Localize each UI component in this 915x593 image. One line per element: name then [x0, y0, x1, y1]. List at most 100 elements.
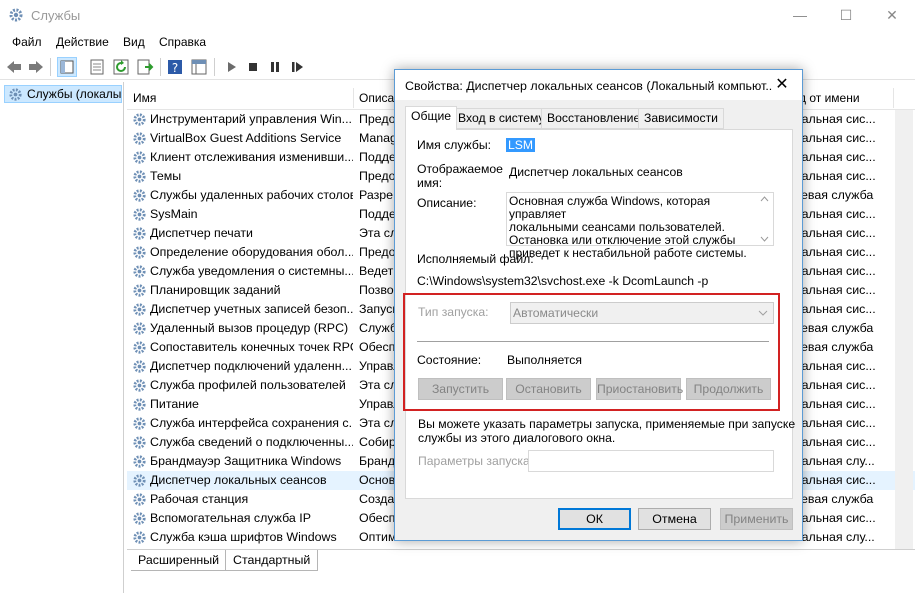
start-params-label: Параметры запуска:	[418, 454, 534, 468]
startup-type-select[interactable]: Автоматически	[510, 302, 774, 324]
start-service-icon[interactable]	[222, 58, 240, 76]
close-window-button[interactable]: ✕	[869, 0, 915, 30]
row-name: Диспетчер учетных записей безоп...	[150, 302, 353, 316]
service-gear-icon	[133, 379, 146, 392]
row-name: Служба сведений о подключенны...	[150, 435, 353, 449]
service-name-value[interactable]: LSM	[506, 138, 536, 152]
menu-action[interactable]: Действие	[56, 35, 109, 49]
row-name: Вспомогательная служба IP	[150, 511, 311, 525]
row-description: Собир	[359, 435, 396, 449]
startup-type-label: Тип запуска:	[418, 305, 489, 319]
row-description: Предо	[359, 245, 396, 259]
description-scrollbar[interactable]	[756, 193, 773, 245]
display-name-value[interactable]: Диспетчер локальных сеансов	[509, 165, 683, 179]
row-description: Позво	[359, 283, 394, 297]
description-textbox[interactable]: Основная служба Windows, которая управля…	[506, 192, 774, 260]
services-gear-icon	[9, 8, 23, 22]
row-description: Созда	[359, 492, 395, 506]
service-gear-icon	[133, 474, 146, 487]
hint-text-line1: Вы можете указать параметры запуска, при…	[418, 417, 796, 431]
ok-button[interactable]: ОК	[558, 508, 631, 530]
column-header-logon[interactable]: д от имени	[793, 86, 893, 110]
dialog-titlebar: Свойства: Диспетчер локальных сеансов (Л…	[395, 70, 802, 100]
resume-button[interactable]: Продолжить	[686, 378, 771, 400]
executable-path: C:\Windows\system32\svchost.exe -k DcomL…	[417, 274, 709, 288]
row-name: Служба кэша шрифтов Windows	[150, 530, 337, 544]
menu-file[interactable]: Файл	[12, 35, 42, 49]
stop-service-icon[interactable]	[244, 58, 262, 76]
stop-button[interactable]: Остановить	[506, 378, 591, 400]
console-tree-icon[interactable]	[57, 57, 77, 77]
restart-service-icon[interactable]	[288, 58, 306, 76]
minimize-button[interactable]: —	[777, 0, 823, 30]
scroll-down-icon[interactable]	[760, 236, 769, 242]
service-gear-icon	[133, 531, 146, 544]
row-name: VirtualBox Guest Additions Service	[150, 131, 342, 145]
row-description: Manag	[359, 131, 397, 145]
row-name: Диспетчер локальных сеансов	[150, 473, 327, 487]
tab-recovery[interactable]: Восстановление	[541, 108, 647, 129]
service-gear-icon	[133, 208, 146, 221]
tab-general[interactable]: Общие	[405, 106, 458, 130]
column-divider[interactable]	[893, 88, 894, 108]
refresh-icon[interactable]	[112, 58, 130, 76]
hint-text-line2: службы из этого диалогового окна.	[418, 431, 616, 445]
display-name-label: Отображаемое	[417, 162, 503, 176]
row-description: Эта сл	[359, 416, 398, 430]
view-icon[interactable]	[190, 58, 208, 76]
pause-service-icon[interactable]	[266, 58, 284, 76]
tab-logon[interactable]: Вход в систему	[452, 108, 551, 129]
scroll-up-icon[interactable]	[760, 196, 769, 202]
row-description: Предо	[359, 112, 396, 126]
menu-bar: Файл Действие Вид Справка	[0, 32, 915, 54]
apply-button[interactable]: Применить	[720, 508, 793, 530]
start-button[interactable]: Запустить	[418, 378, 503, 400]
row-description: Управл	[359, 397, 399, 411]
list-vertical-scrollbar[interactable]	[895, 110, 913, 550]
description-label: Описание:	[417, 196, 477, 210]
row-description: Оптими	[359, 530, 399, 544]
row-description: Подде	[359, 207, 396, 221]
service-gear-icon	[133, 284, 146, 297]
service-gear-icon	[133, 303, 146, 316]
service-gear-icon	[133, 227, 146, 240]
tab-extended[interactable]: Расширенный	[131, 550, 228, 571]
dialog-close-button[interactable]: ✕	[767, 73, 797, 97]
pause-button[interactable]: Приостановить	[596, 378, 683, 400]
cancel-button[interactable]: Отмена	[638, 508, 711, 530]
row-name: Брандмауэр Защитника Windows	[150, 454, 342, 468]
help-icon[interactable]: ?	[166, 58, 184, 76]
tree-item-services-local[interactable]: Службы (локалы	[4, 85, 122, 103]
maximize-button[interactable]: ☐	[823, 0, 869, 30]
row-description: Разре	[359, 188, 394, 202]
start-params-input[interactable]	[528, 450, 774, 472]
back-arrow-icon[interactable]	[5, 58, 23, 76]
row-name: Диспетчер подключений удаленн...	[150, 359, 352, 373]
menu-help[interactable]: Справка	[159, 35, 206, 49]
service-gear-icon	[133, 436, 146, 449]
tab-dependencies[interactable]: Зависимости	[638, 108, 724, 129]
row-name: Сопоставитель конечных точек RPC	[150, 340, 353, 354]
column-header-name[interactable]: Имя	[127, 86, 353, 110]
row-name: Клиент отслеживания изменивши...	[150, 150, 353, 164]
display-name-label-line2: имя:	[417, 176, 443, 190]
view-tabs: Расширенный Стандартный	[127, 549, 915, 571]
row-name: Питание	[150, 397, 199, 411]
dialog-title: Свойства: Диспетчер локальных сеансов (Л…	[405, 79, 773, 93]
properties-sheet-icon[interactable]	[88, 58, 106, 76]
service-gear-icon	[133, 341, 146, 354]
forward-arrow-icon[interactable]	[27, 58, 45, 76]
tab-standard[interactable]: Стандартный	[225, 550, 319, 571]
row-description: Запуск	[359, 302, 398, 316]
row-name: Инструментарий управления Win...	[150, 112, 352, 126]
service-gear-icon	[133, 170, 146, 183]
menu-view[interactable]: Вид	[123, 35, 145, 49]
row-name: Определение оборудования обол...	[150, 245, 353, 259]
row-name: Службы удаленных рабочих столов	[150, 188, 353, 202]
tree-item-label: Службы (локалы	[27, 87, 122, 101]
services-gear-icon	[9, 88, 22, 101]
service-gear-icon	[133, 398, 146, 411]
row-name: Служба профилей пользователей	[150, 378, 346, 392]
export-list-icon[interactable]	[136, 58, 154, 76]
row-name: Служба интерфейса сохранения с...	[150, 416, 353, 430]
